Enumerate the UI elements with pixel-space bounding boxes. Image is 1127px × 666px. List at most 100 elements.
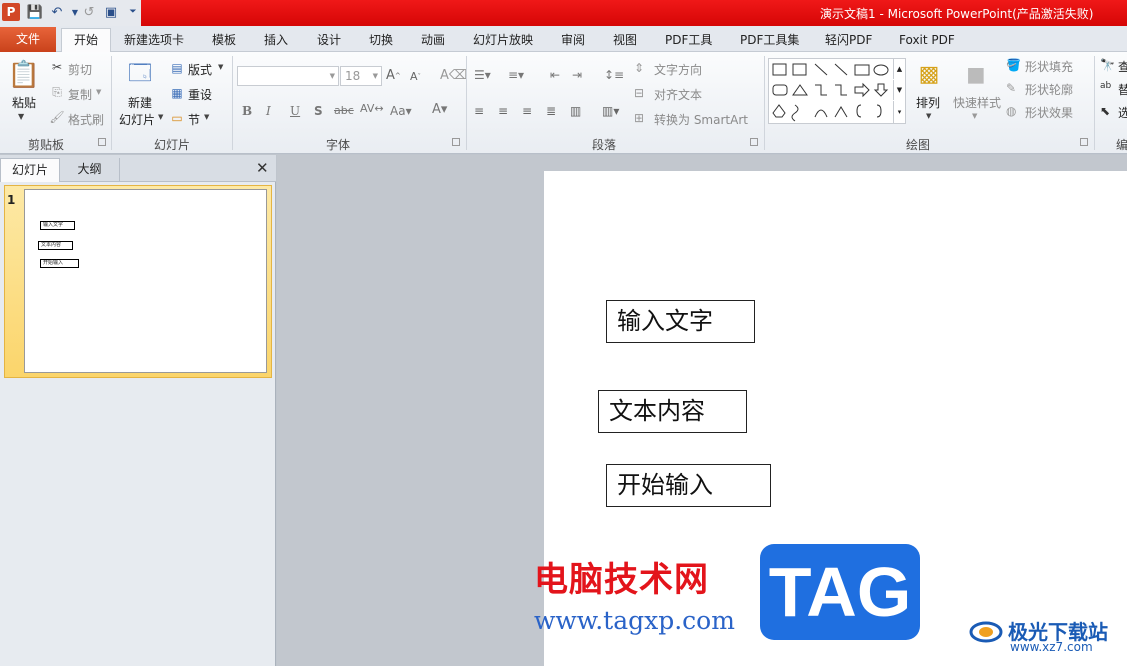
- text-direction-icon[interactable]: ⇕: [634, 61, 644, 75]
- clear-formatting-icon[interactable]: A⌫: [440, 68, 467, 83]
- find-button[interactable]: 查: [1118, 58, 1127, 75]
- undo-icon[interactable]: ↶: [48, 3, 66, 21]
- clipboard-launcher-icon[interactable]: [98, 138, 106, 146]
- section-button[interactable]: 节: [188, 111, 200, 128]
- textbox-shape-icon[interactable]: [772, 63, 787, 76]
- down-arrow-shape-icon[interactable]: [873, 83, 889, 97]
- distributed-icon[interactable]: ▥: [570, 104, 581, 118]
- drawing-launcher-icon[interactable]: [1080, 138, 1088, 146]
- right-brace-shape-icon[interactable]: [876, 104, 882, 118]
- grow-font-icon[interactable]: A ^: [386, 68, 401, 83]
- shadow-icon[interactable]: S: [314, 104, 323, 118]
- select-icon[interactable]: ⬉: [1100, 104, 1110, 118]
- slideshow-from-start-icon[interactable]: ▣: [102, 3, 120, 21]
- slide-textbox[interactable]: 输入文字: [606, 300, 755, 343]
- font-size-combo[interactable]: 18 ▼: [340, 66, 382, 86]
- text-direction-button[interactable]: 文字方向: [654, 61, 702, 78]
- font-color-icon[interactable]: A▾: [432, 102, 447, 117]
- elbow-arrow-shape-icon[interactable]: [835, 84, 847, 96]
- paste-dropdown-icon[interactable]: ▼: [18, 112, 24, 121]
- tab-pdf-toolset[interactable]: PDF工具集: [740, 30, 799, 52]
- smartart-icon[interactable]: ⊞: [634, 111, 644, 125]
- justify-icon[interactable]: ≣: [546, 104, 556, 118]
- find-icon[interactable]: 🔭: [1100, 58, 1115, 72]
- shape-fill-icon[interactable]: 🪣: [1006, 58, 1021, 72]
- new-slide-icon[interactable]: 🗔: [124, 58, 156, 92]
- shrink-font-icon[interactable]: Aˇ: [410, 70, 421, 83]
- font-launcher-icon[interactable]: [452, 138, 460, 146]
- vertical-textbox-shape-icon[interactable]: [792, 63, 807, 76]
- tab-new-tab[interactable]: 新建选项卡: [124, 30, 184, 52]
- tab-qingshan-pdf[interactable]: 轻闪PDF: [825, 30, 872, 52]
- save-icon[interactable]: 💾: [26, 3, 44, 21]
- new-slide-label[interactable]: 新建: [128, 94, 152, 111]
- arrange-dropdown-icon[interactable]: ▼: [926, 112, 931, 120]
- section-icon[interactable]: ▭: [170, 111, 184, 125]
- bold-icon[interactable]: B: [242, 104, 252, 118]
- italic-icon[interactable]: I: [266, 104, 271, 118]
- arrange-icon[interactable]: ▩: [914, 58, 944, 90]
- tab-slideshow[interactable]: 幻灯片放映: [473, 30, 533, 52]
- layout-icon[interactable]: ▤: [170, 61, 184, 75]
- customize-toolbar-icon[interactable]: ⏷: [124, 3, 142, 21]
- rounded-rectangle-shape-icon[interactable]: [772, 84, 788, 96]
- tab-foxit-pdf[interactable]: Foxit PDF: [899, 30, 955, 52]
- slide-textbox[interactable]: 文本内容: [598, 390, 747, 433]
- app-icon[interactable]: P: [2, 3, 20, 21]
- arc-shape-icon[interactable]: [814, 109, 828, 118]
- align-center-icon[interactable]: ≡: [498, 104, 508, 118]
- paste-button[interactable]: 粘贴: [12, 94, 36, 111]
- rectangle-shape-icon[interactable]: [854, 64, 870, 76]
- layout-dropdown-icon[interactable]: ▼: [218, 63, 223, 71]
- copy-dropdown-icon[interactable]: ▼: [96, 88, 101, 96]
- replace-button[interactable]: 替: [1118, 81, 1127, 98]
- shape-effects-button[interactable]: 形状效果: [1025, 104, 1073, 121]
- shape-outline-button[interactable]: 形状轮廓: [1025, 81, 1073, 98]
- underline-icon[interactable]: U: [290, 104, 300, 118]
- bullets-icon[interactable]: ☰▾: [474, 68, 491, 82]
- layout-button[interactable]: 版式: [188, 61, 212, 78]
- tab-templates[interactable]: 模板: [212, 30, 236, 52]
- character-spacing-icon[interactable]: AV↔: [360, 102, 384, 115]
- tab-review[interactable]: 审阅: [561, 30, 585, 52]
- tab-transitions[interactable]: 切换: [369, 30, 393, 52]
- redo-icon[interactable]: ↺: [80, 3, 98, 21]
- select-button[interactable]: 选: [1118, 104, 1127, 121]
- format-painter-icon[interactable]: 🖌: [49, 110, 64, 124]
- freeform-shape-icon[interactable]: [834, 106, 848, 118]
- right-arrow-shape-icon[interactable]: [854, 82, 870, 98]
- tab-file[interactable]: 文件: [0, 27, 56, 52]
- shape-outline-icon[interactable]: ✎: [1006, 81, 1016, 95]
- tab-outline[interactable]: 大纲: [60, 158, 120, 182]
- change-case-icon[interactable]: Aa▾: [390, 104, 412, 118]
- font-name-combo[interactable]: ▼: [237, 66, 339, 86]
- reset-button[interactable]: 重设: [188, 86, 212, 103]
- section-dropdown-icon[interactable]: ▼: [204, 113, 209, 121]
- pentagon-shape-icon[interactable]: [772, 104, 786, 118]
- slide-textbox[interactable]: 开始输入: [606, 464, 771, 507]
- tab-design[interactable]: 设计: [317, 30, 341, 52]
- align-right-icon[interactable]: ≡: [522, 104, 532, 118]
- elbow-connector-shape-icon[interactable]: [815, 84, 827, 96]
- copy-icon[interactable]: ⎘: [50, 85, 64, 100]
- tab-view[interactable]: 视图: [613, 30, 637, 52]
- quick-styles-button[interactable]: 快速样式: [953, 94, 1001, 111]
- cut-icon[interactable]: ✂: [50, 60, 64, 74]
- gallery-scroll-up-icon[interactable]: ▲: [893, 59, 905, 79]
- slide-thumbnail[interactable]: 输入文字 文本内容 开始输入: [24, 189, 267, 373]
- arrow-line-shape-icon[interactable]: [834, 63, 848, 76]
- triangle-shape-icon[interactable]: [792, 84, 808, 96]
- paste-icon[interactable]: 📋: [8, 58, 40, 92]
- numbering-icon[interactable]: ≡▾: [508, 68, 524, 82]
- shape-fill-button[interactable]: 形状填充: [1025, 58, 1073, 75]
- format-painter-button[interactable]: 格式刷: [68, 111, 104, 128]
- oval-shape-icon[interactable]: [873, 64, 889, 76]
- align-left-icon[interactable]: ≡: [474, 104, 484, 118]
- columns-icon[interactable]: ▥▾: [602, 104, 619, 118]
- convert-smartart-button[interactable]: 转换为 SmartArt: [654, 111, 748, 128]
- new-slide-button[interactable]: 幻灯片: [119, 111, 155, 128]
- shapes-gallery[interactable]: ▲ ▼ ▾: [768, 58, 906, 124]
- gallery-more-icon[interactable]: ▾: [893, 101, 905, 123]
- paragraph-launcher-icon[interactable]: [750, 138, 758, 146]
- new-slide-dropdown-icon[interactable]: ▼: [158, 113, 163, 121]
